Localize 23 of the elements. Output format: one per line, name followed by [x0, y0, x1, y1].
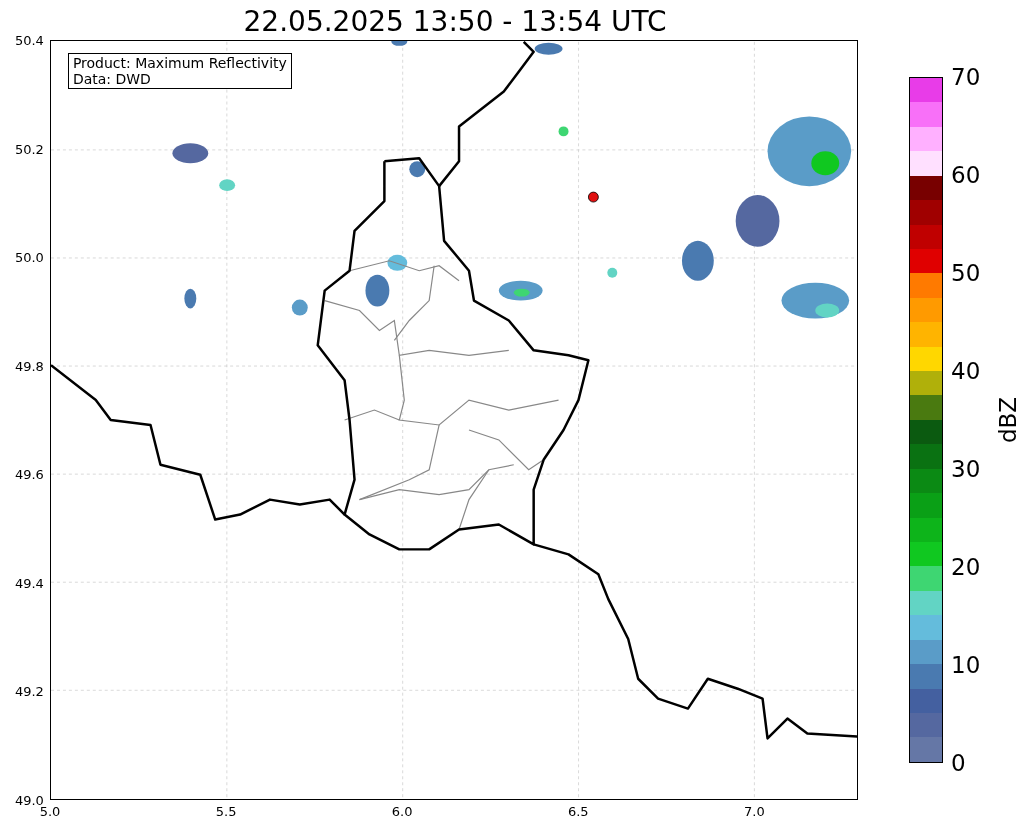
- colorbar-tick-label: 70: [951, 64, 981, 90]
- axis-tick-label: 5.5: [215, 804, 237, 819]
- chart-title: 22.05.2025 13:50 - 13:54 UTC: [242, 4, 668, 40]
- axis-tick-label: 6.5: [567, 804, 589, 819]
- axis-tick-label: 7.0: [744, 804, 765, 819]
- legend-text: Data: DWD: [72, 71, 152, 87]
- axis-tick-label: 49.2: [14, 683, 44, 699]
- colorbar-tick-label: 40: [951, 358, 981, 384]
- legend-text: Product: Maximum Reflectivity: [72, 55, 287, 71]
- axis-tick-label: 50.4: [14, 32, 44, 48]
- colorbar-tick-label: 50: [951, 260, 981, 286]
- axis-tick-label: 6.0: [391, 804, 413, 819]
- axis-tick-label: 49.6: [14, 466, 44, 482]
- colorbar-tick-label: 10: [951, 652, 981, 678]
- colorbar-tick-label: 20: [951, 554, 981, 580]
- colorbar-tick-label: 30: [951, 456, 981, 482]
- colorbar-tick-label: 0: [951, 750, 966, 776]
- colorbar-label: dBZ: [995, 396, 1021, 444]
- axis-tick-label: 49.4: [14, 575, 44, 591]
- axis-tick-label: 49.8: [14, 358, 44, 374]
- colorbar-tick-label: 60: [951, 162, 981, 188]
- axis-tick-label: 50.0: [14, 249, 44, 265]
- axis-tick-label: 50.2: [14, 141, 44, 157]
